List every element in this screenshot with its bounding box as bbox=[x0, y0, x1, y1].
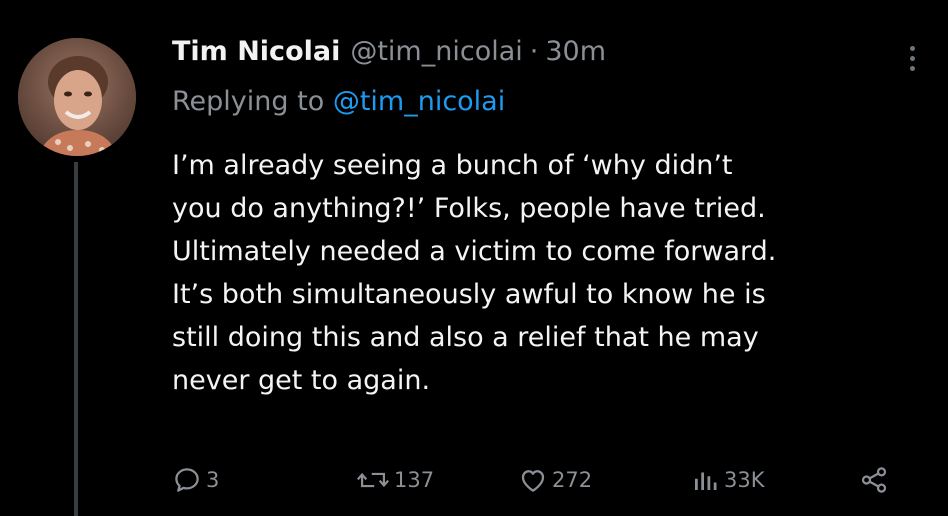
retweet-count: 137 bbox=[394, 468, 435, 492]
tweet-text-line: I’m already seeing a bunch of ‘why didn’… bbox=[172, 150, 733, 181]
bar-chart-icon bbox=[695, 472, 717, 490]
reply-count: 3 bbox=[206, 468, 220, 492]
avatar[interactable] bbox=[18, 38, 136, 156]
like-count: 272 bbox=[552, 468, 593, 492]
separator-dot: · bbox=[529, 36, 539, 67]
replying-handle-link[interactable]: @tim_nicolai bbox=[333, 86, 505, 117]
more-dot bbox=[909, 65, 915, 71]
display-name[interactable]: Tim Nicolai bbox=[172, 36, 340, 67]
timestamp[interactable]: 30m bbox=[545, 36, 606, 67]
tweet-text-line: It’s both simultaneously awful to know h… bbox=[172, 279, 766, 310]
views-count: 33K bbox=[724, 468, 765, 492]
like-button[interactable]: 272 bbox=[518, 462, 592, 498]
user-handle[interactable]: @tim_nicolai bbox=[350, 36, 522, 67]
tweet-card[interactable]: Tim Nicolai @tim_nicolai · 30m Replying … bbox=[0, 0, 948, 516]
action-bar: 3 137 272 33K bbox=[0, 456, 948, 504]
tweet-text-line: still doing this and also a relief that … bbox=[172, 322, 759, 353]
more-vertical-icon bbox=[909, 45, 915, 51]
reply-button[interactable]: 3 bbox=[172, 462, 219, 498]
tweet-text-line: you do anything?!’ Folks, people have tr… bbox=[172, 193, 766, 224]
tweet-text-line: Ultimately needed a victim to come forwa… bbox=[172, 236, 777, 267]
share-nodes-icon bbox=[861, 467, 887, 493]
retweet-button[interactable]: 137 bbox=[356, 462, 434, 498]
heart-icon bbox=[521, 470, 545, 492]
tweet-text: I’m already seeing a bunch of ‘why didn’… bbox=[172, 144, 938, 402]
retweet-arrows-icon bbox=[356, 472, 390, 488]
avatar-photo bbox=[18, 38, 136, 156]
views-button[interactable]: 33K bbox=[690, 462, 765, 498]
replying-to: Replying to @tim_nicolai bbox=[172, 86, 505, 117]
more-dot bbox=[909, 55, 915, 61]
reply-bubble-icon bbox=[175, 468, 199, 492]
tweet-text-line: never get to again. bbox=[172, 365, 431, 396]
share-button[interactable] bbox=[858, 462, 890, 498]
more-options-button[interactable] bbox=[900, 38, 924, 78]
replying-prefix: Replying to bbox=[172, 86, 325, 117]
tweet-header: Tim Nicolai @tim_nicolai · 30m bbox=[172, 36, 606, 76]
